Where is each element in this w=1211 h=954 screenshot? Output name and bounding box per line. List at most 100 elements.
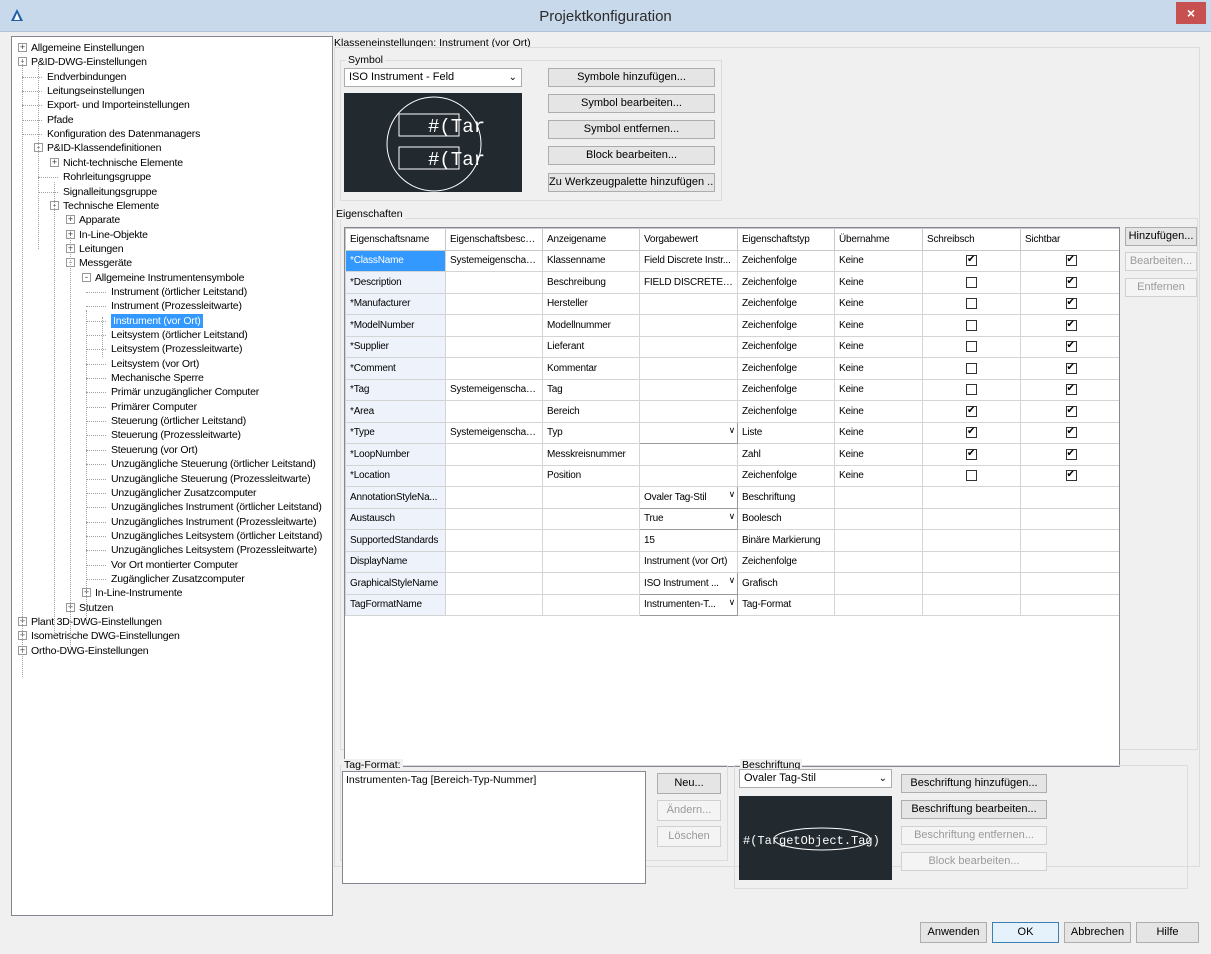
property-row[interactable]: *Manufacturer Hersteller Zeichenfolge Keine <box>345 292 1119 315</box>
tree-item[interactable]: Unzugängliches Leitsystem (Prozessleitwa… <box>111 543 317 557</box>
expand-icon[interactable]: + <box>50 157 59 167</box>
tree-item[interactable]: Steuerung (örtlicher Leitstand) <box>111 414 246 428</box>
edit-annotation-button[interactable]: Beschriftung bearbeiten... <box>901 800 1047 819</box>
property-default-cell[interactable] <box>639 314 738 337</box>
expand-icon[interactable]: + <box>18 43 27 52</box>
property-display-cell[interactable]: Modellnummer <box>542 314 640 337</box>
property-display-cell[interactable] <box>542 572 640 595</box>
tree-item[interactable]: Technische Elemente <box>63 199 159 213</box>
property-inherit-cell[interactable]: Keine <box>834 378 923 401</box>
tree-item[interactable]: Export- und Importeinstellungen <box>47 98 190 112</box>
annotation-style-select[interactable]: Ovaler Tag-Stil ⌄ <box>739 769 892 788</box>
property-type-cell[interactable]: Liste <box>737 421 835 444</box>
tree-item[interactable]: Instrument (vor Ort) <box>111 313 203 328</box>
property-display-cell[interactable] <box>542 486 640 509</box>
tree-item[interactable]: Pfade <box>47 113 74 127</box>
property-row[interactable]: GraphicalStyleName ISO Instrument ... ∨ Gra… <box>345 572 1119 595</box>
tree-item[interactable]: Nicht-technische Elemente <box>63 156 183 170</box>
property-display-cell[interactable]: Kommentar <box>542 357 640 380</box>
property-desc-cell[interactable] <box>445 507 543 530</box>
property-type-cell[interactable]: Beschriftung <box>737 486 835 509</box>
property-name-cell[interactable]: SupportedStandards <box>345 529 446 552</box>
property-desc-cell[interactable] <box>445 292 543 315</box>
property-name-cell[interactable]: DisplayName <box>345 550 446 573</box>
property-display-cell[interactable]: Bereich <box>542 400 640 423</box>
property-default-cell[interactable]: ∨ <box>639 421 738 444</box>
property-name-cell[interactable]: *ModelNumber <box>345 314 446 337</box>
symbol-select[interactable]: ISO Instrument - Feld ⌄ <box>344 68 522 87</box>
property-type-cell[interactable]: Grafisch <box>737 572 835 595</box>
property-name-cell[interactable]: Austausch <box>345 507 446 530</box>
property-inherit-cell[interactable]: Keine <box>834 421 923 444</box>
readonly-checkbox[interactable] <box>966 426 977 439</box>
column-header[interactable]: Schreibsch <box>922 228 1021 251</box>
tree-item[interactable]: Plant 3D-DWG-Einstellungen <box>31 615 162 629</box>
property-name-cell[interactable]: *Area <box>345 400 446 423</box>
edit-property-button[interactable]: Bearbeiten... <box>1125 252 1197 271</box>
property-type-cell[interactable]: Zeichenfolge <box>737 378 835 401</box>
tree-item[interactable]: Instrument (Prozessleitwarte) <box>111 299 242 313</box>
tree-item[interactable]: Steuerung (Prozessleitwarte) <box>111 428 241 442</box>
tree-item[interactable]: Messgeräte <box>79 256 132 270</box>
property-inherit-cell[interactable]: Keine <box>834 464 923 487</box>
property-default-cell[interactable] <box>639 378 738 401</box>
tree-item[interactable]: Vor Ort montierter Computer <box>111 558 238 572</box>
property-row[interactable]: Austausch True ∨ Boolesch <box>345 507 1119 530</box>
property-default-cell[interactable]: True ∨ <box>639 507 738 530</box>
readonly-checkbox[interactable] <box>966 448 977 460</box>
add-symbols-button[interactable]: Symbole hinzufügen... <box>548 68 715 87</box>
property-row[interactable]: DisplayName Instrument (vor Ort) Zeichenfo… <box>345 550 1119 573</box>
property-display-cell[interactable] <box>542 529 640 552</box>
tree-item[interactable]: Leitsystem (vor Ort) <box>111 357 199 371</box>
property-inherit-cell[interactable]: Keine <box>834 357 923 380</box>
readonly-checkbox[interactable] <box>966 319 977 331</box>
property-desc-cell[interactable]: Systemeigenschaft,... <box>445 378 543 401</box>
visible-checkbox[interactable] <box>1065 254 1077 267</box>
property-display-cell[interactable]: Beschreibung <box>542 271 640 294</box>
property-name-cell[interactable]: GraphicalStyleName <box>345 572 446 595</box>
property-inherit-cell[interactable]: Keine <box>834 335 923 358</box>
tree-item[interactable]: Apparate <box>79 213 120 227</box>
property-default-cell[interactable]: FIELD DISCRETE ... <box>639 271 738 294</box>
property-type-cell[interactable]: Tag-Format <box>737 593 835 616</box>
readonly-checkbox[interactable] <box>966 405 977 417</box>
property-type-cell[interactable]: Binäre Markierung <box>737 529 835 552</box>
property-row[interactable]: TagFormatName Instrumenten-T... ∨ Tag-Forma… <box>345 593 1119 616</box>
tree-item[interactable]: Primär unzugänglicher Computer <box>111 385 259 399</box>
visible-checkbox[interactable] <box>1065 340 1077 353</box>
property-row[interactable]: SupportedStandards 15 Binäre Markierung <box>345 529 1119 552</box>
column-header[interactable]: Vorgabewert <box>639 228 738 251</box>
tree-item[interactable]: Ortho-DWG-Einstellungen <box>31 644 149 658</box>
tree-item[interactable]: Primärer Computer <box>111 400 197 414</box>
chevron-down-icon[interactable]: ∨ <box>729 575 736 586</box>
chevron-down-icon[interactable]: ∨ <box>729 425 736 436</box>
property-inherit-cell[interactable] <box>834 550 923 573</box>
tree-item[interactable]: Unzugängliche Steuerung (örtlicher Leits… <box>111 457 316 471</box>
add-annotation-button[interactable]: Beschriftung hinzufügen... <box>901 774 1047 793</box>
settings-tree[interactable]: + Allgemeine Einstellungen - P&ID-DWG-Einst… <box>11 36 333 916</box>
tree-item[interactable]: Allgemeine Einstellungen <box>31 41 144 55</box>
property-inherit-cell[interactable]: Keine <box>834 314 923 337</box>
column-header[interactable]: Eigenschaftstyp <box>737 228 835 251</box>
property-row[interactable]: *Comment Kommentar Zeichenfolge Keine <box>345 357 1119 380</box>
visible-checkbox[interactable] <box>1065 276 1077 288</box>
property-row[interactable]: *Area Bereich Zeichenfolge Keine <box>345 400 1119 423</box>
property-type-cell[interactable]: Zeichenfolge <box>737 335 835 358</box>
readonly-checkbox[interactable] <box>966 470 977 482</box>
chevron-down-icon[interactable]: ∨ <box>729 597 736 608</box>
visible-checkbox[interactable] <box>1065 405 1077 417</box>
column-header[interactable]: Anzeigename <box>542 228 640 251</box>
tree-item[interactable]: Zugänglicher Zusatzcomputer <box>111 572 245 586</box>
readonly-checkbox[interactable] <box>966 362 977 374</box>
chevron-down-icon[interactable]: ∨ <box>729 489 736 500</box>
property-inherit-cell[interactable] <box>834 572 923 595</box>
visible-checkbox[interactable] <box>1065 426 1077 439</box>
chevron-down-icon[interactable]: ∨ <box>729 511 736 522</box>
property-display-cell[interactable]: Typ <box>542 421 640 444</box>
property-row[interactable]: *Type Systemeigenschaft,... Typ ∨ Liste Keine <box>345 421 1119 444</box>
property-desc-cell[interactable] <box>445 314 543 337</box>
property-default-cell[interactable]: ISO Instrument ... ∨ <box>639 572 738 595</box>
property-row[interactable]: *ModelNumber Modellnummer Zeichenfolge Kein… <box>345 314 1119 337</box>
tag-format-list[interactable]: Instrumenten-Tag [Bereich-Typ-Nummer] <box>342 771 646 884</box>
property-default-cell[interactable]: Field Discrete Instr... <box>639 249 738 272</box>
